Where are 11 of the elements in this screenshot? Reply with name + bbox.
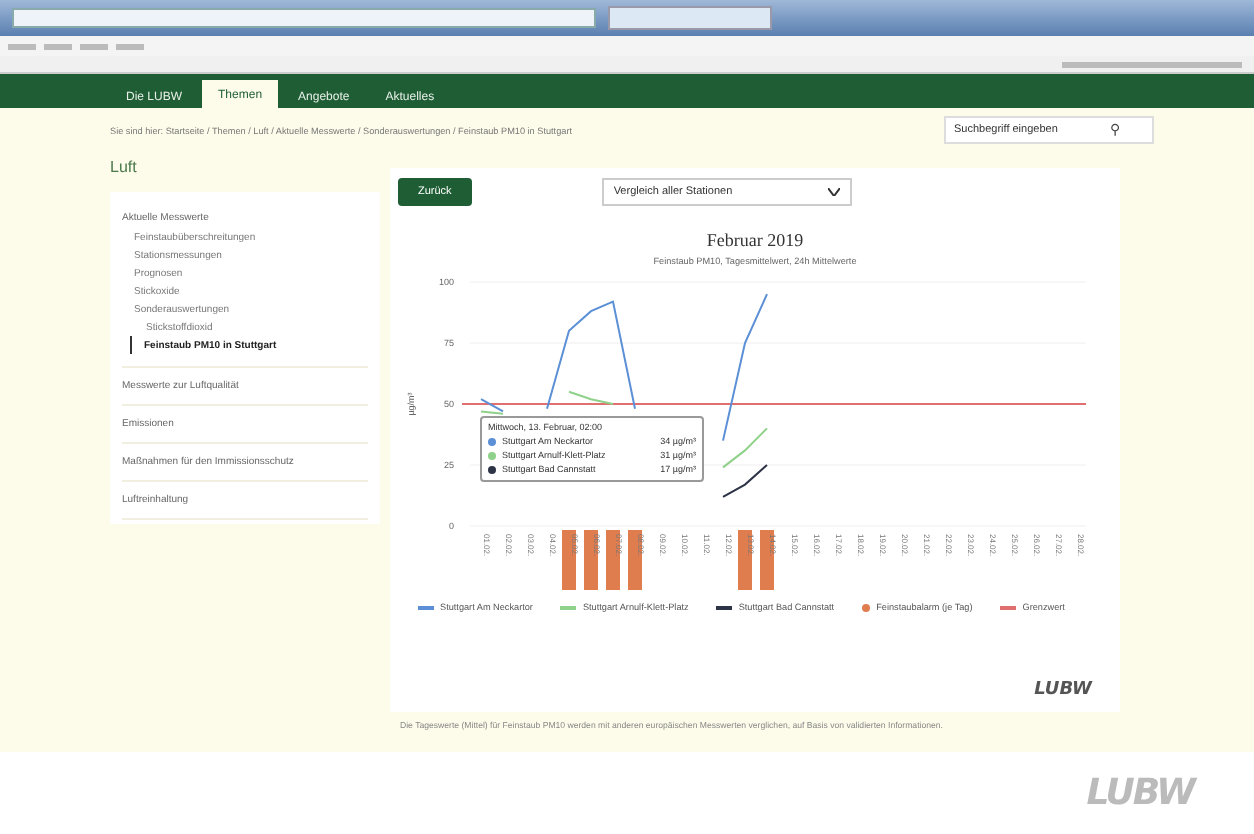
menu-item[interactable] bbox=[80, 43, 108, 49]
browser-tab[interactable] bbox=[608, 6, 772, 30]
sidebar-title: Luft bbox=[110, 158, 139, 176]
logo: LUBW bbox=[1034, 680, 1092, 700]
menu-item[interactable] bbox=[8, 43, 36, 49]
chevron-icon bbox=[827, 188, 840, 196]
logo: LUBW bbox=[1086, 772, 1194, 814]
menu-item[interactable] bbox=[44, 43, 72, 49]
chart-title: Februar 2019 bbox=[704, 230, 806, 250]
address-field[interactable] bbox=[12, 8, 596, 28]
menu-item[interactable] bbox=[116, 43, 144, 49]
